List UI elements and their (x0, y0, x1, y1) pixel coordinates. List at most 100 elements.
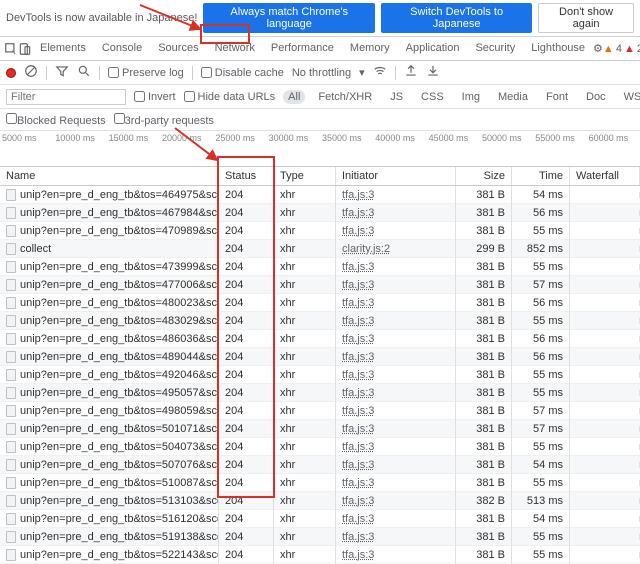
table-row[interactable]: unip?en=pre_d_eng_tb&tos=464975&scd=93&s… (0, 186, 640, 204)
initiator-link[interactable]: tfa.js:3 (342, 315, 374, 327)
table-row[interactable]: unip?en=pre_d_eng_tb&tos=519138&scd=93&s… (0, 528, 640, 546)
col-name[interactable]: Name (0, 167, 219, 185)
cell-status: 204 (219, 510, 274, 528)
table-row[interactable]: unip?en=pre_d_eng_tb&tos=507076&scd=93&s… (0, 456, 640, 474)
timeline-overview[interactable]: 5000 ms10000 ms15000 ms20000 ms25000 ms3… (0, 131, 640, 167)
table-row[interactable]: unip?en=pre_d_eng_tb&tos=504073&scd=93&s… (0, 438, 640, 456)
initiator-link[interactable]: tfa.js:3 (342, 495, 374, 507)
table-row[interactable]: unip?en=pre_d_eng_tb&tos=516120&scd=93&s… (0, 510, 640, 528)
inspect-icon[interactable] (4, 40, 18, 58)
clear-icon[interactable] (24, 64, 38, 81)
initiator-link[interactable]: tfa.js:3 (342, 333, 374, 345)
cell-status: 204 (219, 276, 274, 294)
initiator-link[interactable]: tfa.js:3 (342, 225, 374, 237)
blocked-requests-checkbox[interactable]: Blocked Requests (6, 113, 106, 127)
tab-elements[interactable]: Elements (32, 38, 94, 60)
filter-icon[interactable] (55, 64, 69, 81)
search-icon[interactable] (77, 64, 91, 81)
initiator-link[interactable]: tfa.js:3 (342, 405, 374, 417)
tab-console[interactable]: Console (94, 38, 150, 60)
device-icon[interactable] (18, 40, 32, 58)
upload-icon[interactable] (404, 64, 418, 81)
table-row[interactable]: unip?en=pre_d_eng_tb&tos=489044&scd=93&s… (0, 348, 640, 366)
table-row[interactable]: unip?en=pre_d_eng_tb&tos=510087&scd=93&s… (0, 474, 640, 492)
initiator-link[interactable]: tfa.js:3 (342, 261, 374, 273)
filter-fetch[interactable]: Fetch/XHR (313, 90, 377, 104)
tab-lighthouse[interactable]: Lighthouse (523, 38, 593, 60)
disable-cache-checkbox[interactable]: Disable cache (201, 67, 284, 79)
preserve-log-checkbox[interactable]: Preserve log (108, 67, 184, 79)
tab-performance[interactable]: Performance (263, 38, 342, 60)
wifi-icon[interactable] (373, 64, 387, 81)
initiator-link[interactable]: tfa.js:3 (342, 297, 374, 309)
initiator-link[interactable]: tfa.js:3 (342, 351, 374, 363)
initiator-link[interactable]: tfa.js:3 (342, 189, 374, 201)
initiator-link[interactable]: tfa.js:3 (342, 459, 374, 471)
table-row[interactable]: unip?en=pre_d_eng_tb&tos=473999&scd=93&s… (0, 258, 640, 276)
filter-font[interactable]: Font (541, 90, 573, 104)
table-row[interactable]: unip?en=pre_d_eng_tb&tos=501071&scd=93&s… (0, 420, 640, 438)
filter-media[interactable]: Media (493, 90, 533, 104)
cell-time: 54 ms (512, 186, 570, 204)
settings-icon[interactable]: ⚙ (593, 40, 603, 58)
filter-doc[interactable]: Doc (581, 90, 611, 104)
file-icon (6, 333, 16, 345)
initiator-link[interactable]: tfa.js:3 (342, 279, 374, 291)
table-row[interactable]: unip?en=pre_d_eng_tb&tos=477006&scd=93&s… (0, 276, 640, 294)
table-row[interactable]: collect204xhrclarity.js:2299 B852 ms (0, 240, 640, 258)
col-initiator[interactable]: Initiator (336, 167, 456, 185)
col-time[interactable]: Time (512, 167, 570, 185)
table-row[interactable]: unip?en=pre_d_eng_tb&tos=467984&scd=93&s… (0, 204, 640, 222)
chevron-down-icon[interactable]: ▾ (359, 66, 365, 79)
throttling-select[interactable]: No throttling (292, 67, 351, 79)
initiator-link[interactable]: tfa.js:3 (342, 369, 374, 381)
initiator-link[interactable]: tfa.js:3 (342, 387, 374, 399)
tab-sources[interactable]: Sources (150, 38, 206, 60)
col-waterfall[interactable]: Waterfall (570, 167, 640, 185)
file-icon (6, 387, 16, 399)
cell-size: 381 B (456, 474, 512, 492)
initiator-link[interactable]: tfa.js:3 (342, 441, 374, 453)
filter-js[interactable]: JS (385, 90, 408, 104)
filter-input[interactable] (6, 89, 126, 105)
filter-img[interactable]: Img (457, 90, 485, 104)
initiator-link[interactable]: tfa.js:3 (342, 207, 374, 219)
switch-lang-button[interactable]: Switch DevTools to Japanese (381, 3, 532, 33)
cell-type: xhr (274, 186, 336, 204)
table-row[interactable]: unip?en=pre_d_eng_tb&tos=480023&scd=93&s… (0, 294, 640, 312)
initiator-link[interactable]: tfa.js:3 (342, 423, 374, 435)
tab-security[interactable]: Security (467, 38, 523, 60)
tab-network[interactable]: Network (207, 38, 263, 60)
table-row[interactable]: unip?en=pre_d_eng_tb&tos=492046&scd=93&s… (0, 366, 640, 384)
initiator-link[interactable]: tfa.js:3 (342, 513, 374, 525)
filter-ws[interactable]: WS (619, 90, 640, 104)
filter-css[interactable]: CSS (416, 90, 449, 104)
hide-data-checkbox[interactable]: Hide data URLs (184, 91, 276, 103)
filter-all[interactable]: All (283, 90, 305, 104)
table-row[interactable]: unip?en=pre_d_eng_tb&tos=486036&scd=93&s… (0, 330, 640, 348)
table-row[interactable]: unip?en=pre_d_eng_tb&tos=513103&scd=93&s… (0, 492, 640, 510)
dismiss-banner-button[interactable]: Don't show again (538, 3, 634, 33)
table-row[interactable]: unip?en=pre_d_eng_tb&tos=522143&scd=93&s… (0, 546, 640, 564)
col-size[interactable]: Size (456, 167, 512, 185)
table-row[interactable]: unip?en=pre_d_eng_tb&tos=483029&scd=93&s… (0, 312, 640, 330)
tab-memory[interactable]: Memory (342, 38, 398, 60)
col-type[interactable]: Type (274, 167, 336, 185)
third-party-checkbox[interactable]: 3rd-party requests (114, 113, 214, 127)
col-status[interactable]: Status (219, 167, 274, 185)
cell-size: 381 B (456, 366, 512, 384)
tab-application[interactable]: Application (398, 38, 468, 60)
download-icon[interactable] (426, 64, 440, 81)
initiator-link[interactable]: tfa.js:3 (342, 549, 374, 561)
match-lang-button[interactable]: Always match Chrome's language (203, 3, 375, 33)
table-row[interactable]: unip?en=pre_d_eng_tb&tos=470989&scd=93&s… (0, 222, 640, 240)
table-header[interactable]: Name Status Type Initiator Size Time Wat… (0, 167, 640, 186)
table-row[interactable]: unip?en=pre_d_eng_tb&tos=495057&scd=93&s… (0, 384, 640, 402)
table-row[interactable]: unip?en=pre_d_eng_tb&tos=498059&scd=93&s… (0, 402, 640, 420)
issue-counts[interactable]: ▲4 ▲205 (603, 43, 640, 55)
record-button[interactable] (6, 68, 16, 78)
initiator-link[interactable]: tfa.js:3 (342, 531, 374, 543)
invert-checkbox[interactable]: Invert (134, 91, 176, 103)
initiator-link[interactable]: clarity.js:2 (342, 243, 390, 255)
initiator-link[interactable]: tfa.js:3 (342, 477, 374, 489)
